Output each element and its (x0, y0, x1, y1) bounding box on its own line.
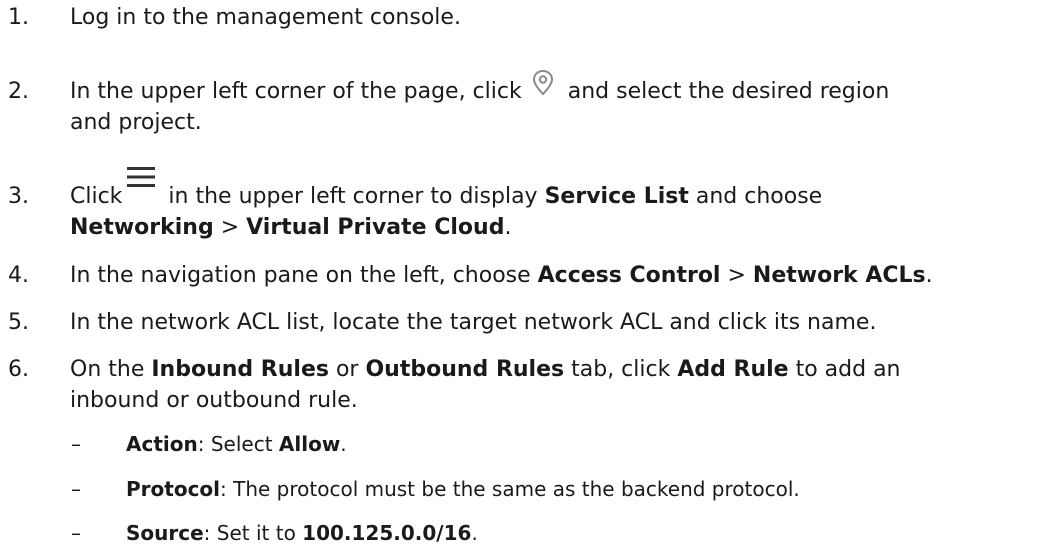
step-number: 3. (8, 184, 29, 209)
step-text: In the network ACL list, locate the targ… (70, 310, 877, 335)
step-text: Log in to the management console. (70, 5, 461, 30)
step-text: In the navigation pane on the left, choo… (70, 263, 933, 288)
step-number: 4. (8, 263, 29, 288)
step-text: Click in the upper left corner to display… (70, 167, 1045, 212)
step-number: 2. (8, 79, 29, 104)
hamburger-menu-icon (126, 165, 156, 189)
step-number: 1. (8, 5, 29, 30)
step-text: On the Inbound Rules or Outbound Rules t… (70, 357, 901, 382)
step-number: 6. (8, 357, 29, 382)
step-text: In the upper left corner of the page, cl… (70, 69, 1045, 107)
location-pin-icon (528, 68, 558, 98)
step-number: 5. (8, 310, 29, 335)
document-body: 1. Log in to the management console. 2. … (0, 0, 1049, 552)
